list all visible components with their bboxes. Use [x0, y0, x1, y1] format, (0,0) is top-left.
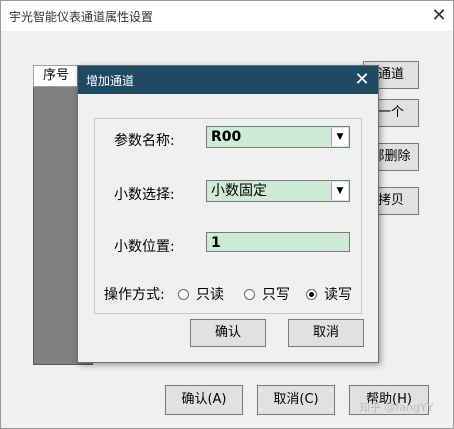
decimal-position-field[interactable]: 1 — [206, 232, 350, 252]
dialog-ok-button[interactable]: 确认 — [190, 319, 266, 347]
radio-read-write[interactable] — [306, 289, 317, 300]
dropdown-arrow-icon[interactable]: ▼ — [331, 128, 348, 146]
add-channel-dialog: 增加通道 ✕ 参数名称: R00 ▼ 小数选择: 小数固定 ▼ 小数位置: 1 … — [77, 65, 379, 363]
dialog-title-bar: 增加通道 ✕ — [78, 66, 378, 94]
dialog-title: 增加通道 — [86, 74, 135, 88]
decimal-position-value: 1 — [211, 235, 221, 251]
list-header-index[interactable]: 序号 — [33, 65, 79, 87]
decimal-select-value: 小数固定 — [211, 183, 267, 199]
properties-window: 宇光智能仪表通道属性设置 ✕ 序号 通道 一个 部删除 拷贝 确认(A) 取消(… — [0, 0, 454, 429]
dropdown-arrow-icon[interactable]: ▼ — [331, 182, 348, 200]
radio-write-only[interactable] — [244, 289, 255, 300]
decimal-position-label: 小数位置: — [114, 239, 175, 255]
watermark: 知乎 @fangYY — [359, 401, 434, 414]
dialog-cancel-button[interactable]: 取消 — [288, 319, 364, 347]
radio-read-only[interactable] — [178, 289, 189, 300]
operation-mode-label: 操作方式: — [104, 287, 165, 303]
param-name-select[interactable]: R00 ▼ — [206, 126, 350, 148]
param-name-label: 参数名称: — [114, 133, 175, 149]
window-title: 宇光智能仪表通道属性设置 — [9, 10, 154, 24]
decimal-select[interactable]: 小数固定 ▼ — [206, 180, 350, 202]
cancel-button[interactable]: 取消(C) — [257, 385, 335, 415]
radio-read-write-label[interactable]: 读写 — [324, 284, 352, 304]
confirm-button[interactable]: 确认(A) — [165, 385, 243, 415]
close-icon[interactable]: ✕ — [427, 4, 451, 28]
radio-read-only-label[interactable]: 只读 — [196, 284, 224, 304]
close-icon[interactable]: ✕ — [350, 68, 374, 92]
radio-write-only-label[interactable]: 只写 — [262, 284, 290, 304]
window-title-bar: 宇光智能仪表通道属性设置 ✕ — [1, 1, 453, 31]
param-name-value: R00 — [211, 129, 242, 145]
decimal-select-label: 小数选择: — [114, 187, 175, 203]
